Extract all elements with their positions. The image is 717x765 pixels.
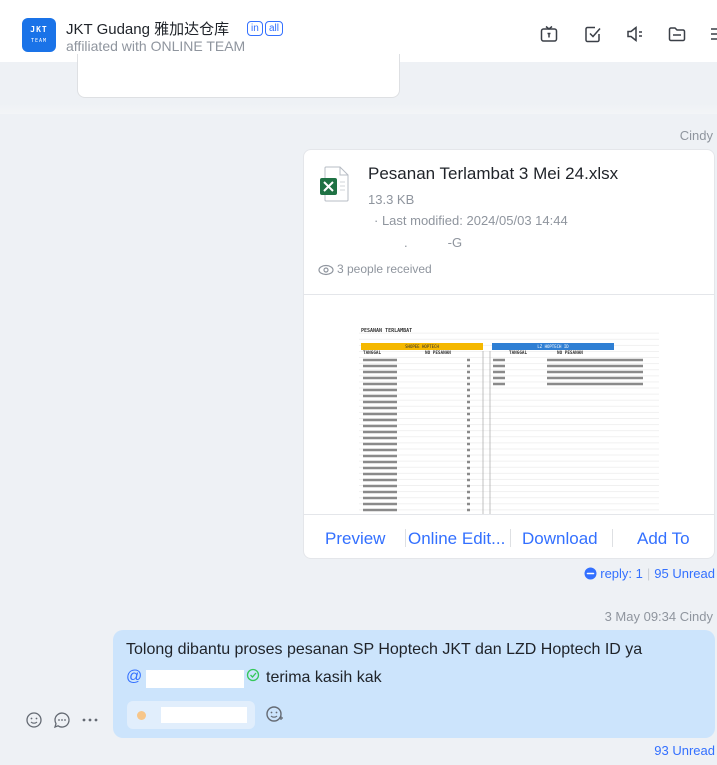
download-button[interactable]: Download [522, 529, 598, 549]
card-divider [304, 294, 714, 295]
more-options-icon[interactable] [80, 710, 100, 730]
message-meta: 3 May 09:34 Cindy [605, 609, 713, 624]
reply-count[interactable]: reply: 1 [600, 566, 643, 581]
mention[interactable]: @ [126, 668, 142, 686]
tv-icon[interactable] [539, 24, 559, 44]
chat-title[interactable]: JKT Gudang 雅加达仓库 [66, 18, 229, 39]
checkbox-icon[interactable] [583, 24, 603, 44]
add-to-button[interactable]: Add To [637, 529, 690, 549]
eye-icon [318, 264, 334, 276]
chat-header: JKT TEAM JKT Gudang 雅加达仓库 in all affilia… [0, 0, 717, 62]
previous-message [77, 54, 400, 98]
received-text: 3 people received [337, 262, 432, 276]
reaction-chip[interactable] [127, 701, 255, 729]
chat-subtitle: affiliated with ONLINE TEAM [66, 38, 246, 54]
spreadsheet-preview[interactable]: PESANAN TERLAMBAT SHOPEE HOPTECH LZ HOPT… [359, 328, 659, 514]
message-tools [24, 709, 108, 733]
reply-bubble-icon[interactable] [52, 710, 72, 730]
received-count[interactable]: 3 people received [318, 262, 432, 276]
last-modified: · Last modified: 2024/05/03 14:44 [374, 213, 568, 228]
divider [0, 104, 717, 114]
file-size: 13.3 KB [368, 192, 415, 207]
announcement-icon[interactable] [625, 24, 645, 44]
read-check-icon [246, 668, 260, 682]
reaction-emoji [137, 711, 146, 720]
message-time: 3 May 09:34 [604, 609, 677, 624]
modifier-prefix: . [404, 235, 408, 250]
avatar-subtext: TEAM [30, 38, 48, 44]
add-reaction-icon[interactable] [263, 703, 285, 725]
avatar-text: JKT [30, 25, 48, 34]
message-text-2: terima kasih kak [266, 669, 382, 686]
modifier-name: . -G [404, 235, 462, 250]
group-avatar[interactable]: JKT TEAM [22, 18, 56, 52]
reply-icon [584, 567, 597, 580]
action-separator [612, 529, 613, 547]
file-name[interactable]: Pesanan Terlambat 3 Mei 24.xlsx [368, 164, 618, 184]
online-edit-button[interactable]: Online Edit... [408, 529, 505, 549]
folder-icon[interactable] [667, 24, 687, 44]
action-separator [405, 529, 406, 547]
all-staff-tag: all [265, 21, 284, 36]
sender-name-2[interactable]: Cindy [680, 609, 713, 624]
unread-count[interactable]: 95 Unread [654, 566, 715, 581]
sheet-rows [363, 351, 643, 514]
message-bubble[interactable]: Tolong dibantu proses pesanan SP Hoptech… [113, 630, 715, 738]
modifier-suffix: -G [447, 235, 463, 250]
redacted-name [146, 670, 244, 688]
excel-file-icon [319, 166, 349, 202]
more-icon[interactable] [708, 24, 717, 44]
redacted-reactor [161, 707, 247, 723]
preview-button[interactable]: Preview [325, 529, 385, 549]
unread-count-2[interactable]: 93 Unread [654, 743, 715, 758]
sender-name[interactable]: Cindy [680, 128, 713, 143]
file-card[interactable]: Pesanan Terlambat 3 Mei 24.xlsx 13.3 KB … [303, 149, 715, 559]
emoji-reaction-icon[interactable] [24, 710, 44, 730]
message-text: Tolong dibantu proses pesanan SP Hoptech… [126, 641, 643, 658]
internal-tag: in [247, 21, 263, 36]
action-separator [510, 529, 511, 547]
thread-info[interactable]: reply: 1 | 95 Unread [584, 566, 715, 581]
file-actions: Preview Online Edit... Download Add To [304, 514, 714, 558]
